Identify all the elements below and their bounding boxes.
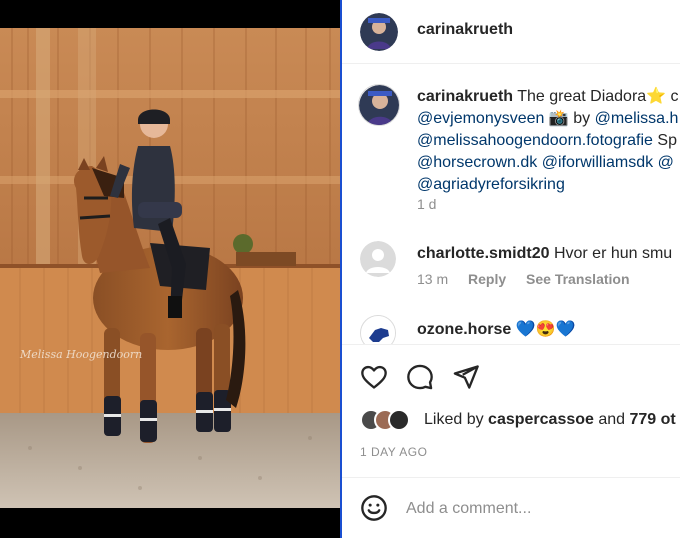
camera-emoji: 📸 [548, 110, 569, 127]
post-date: 1 DAY AGO [360, 445, 428, 459]
caption-author-avatar[interactable] [358, 84, 400, 126]
reply-button[interactable]: Reply [468, 271, 506, 287]
liker-username[interactable]: caspercassoe [488, 411, 594, 428]
caption-tail: Sp [652, 132, 677, 149]
mention-link[interactable]: @evjemonysveen [417, 110, 544, 127]
author-avatar[interactable] [360, 13, 398, 51]
caption-timestamp[interactable]: 1 d [417, 196, 436, 212]
caption-body: The great Diadora [517, 88, 647, 105]
comment-timestamp[interactable]: 13 m [417, 271, 448, 287]
caption-line-5: @agriadyreforsikring [417, 174, 680, 196]
horse-rider-photo: Melissa Hoogendoorn [0, 28, 340, 508]
mention-link[interactable]: @horsecrown.dk [417, 154, 537, 171]
star-emoji: ⭐ [646, 88, 667, 105]
comment-username[interactable]: charlotte.smidt20 [417, 245, 549, 262]
mention-link[interactable]: @melissa.h [595, 110, 679, 127]
caption-body-tail: c [666, 88, 679, 105]
likes-count[interactable]: 779 ot [630, 411, 676, 428]
post-caption: carinakrueth The great Diadora⭐ c @evjem… [342, 64, 680, 224]
likes-and: and [593, 411, 630, 428]
caption-line-2: @evjemonysveen 📸 by @melissa.h [417, 108, 680, 130]
author-username[interactable]: carinakrueth [417, 21, 513, 39]
post-detail-panel: carinakrueth carinakrueth The great Diad… [342, 0, 680, 538]
comment-item: charlotte.smidt20 Hvor er hun smu 13 m R… [342, 234, 680, 304]
comment-body: 💙😍💙 [515, 321, 576, 338]
post-photo[interactable]: Melissa Hoogendoorn [0, 28, 340, 508]
photo-watermark: Melissa Hoogendoorn [19, 348, 142, 361]
liker-avatar [388, 409, 410, 431]
heart-icon[interactable] [360, 363, 388, 391]
mention-link[interactable]: @agriadyreforsikring [417, 176, 565, 193]
post-actions-section: Liked by caspercassoe and 779 ot 1 DAY A… [342, 344, 680, 538]
comment-body: Hvor er hun smu [553, 245, 673, 262]
mention-link[interactable]: @iforwilliamsdk [542, 154, 653, 171]
add-comment-input[interactable] [406, 498, 666, 520]
likes-text: Liked by caspercassoe and 779 ot [424, 411, 676, 429]
likes-row: Liked by caspercassoe and 779 ot [360, 407, 680, 433]
caption-line-4: @horsecrown.dk @iforwilliamsdk @ [417, 152, 680, 174]
mention-link[interactable]: @ [658, 154, 674, 171]
comment-meta: 13 m Reply See Translation [417, 271, 646, 287]
comment-bubble-icon[interactable] [406, 363, 434, 391]
likes-prefix: Liked by [424, 411, 489, 428]
comment-text: charlotte.smidt20 Hvor er hun smu [417, 245, 672, 263]
caption-line-3: @melissahoogendoorn.fotografie Sp [417, 130, 680, 152]
comment-text: ozone.horse 💙😍💙 [417, 319, 575, 339]
caption-text: carinakrueth The great Diadora⭐ c @evjem… [417, 86, 680, 196]
see-translation-button[interactable]: See Translation [526, 271, 629, 287]
liked-by-avatars[interactable] [360, 409, 420, 433]
commenter-avatar[interactable] [360, 241, 396, 277]
post-photo-pane: Melissa Hoogendoorn [0, 0, 340, 538]
caption-by: by [568, 110, 595, 127]
caption-username[interactable]: carinakrueth [417, 88, 513, 105]
paper-plane-icon[interactable] [452, 363, 480, 391]
add-comment-bar [342, 477, 680, 538]
post-header: carinakrueth [342, 0, 680, 64]
mention-link[interactable]: @melissahoogendoorn.fotografie [417, 132, 653, 149]
emoji-icon[interactable] [360, 494, 388, 522]
caption-line-1: carinakrueth The great Diadora⭐ c [417, 86, 680, 108]
comment-username[interactable]: ozone.horse [417, 321, 511, 338]
